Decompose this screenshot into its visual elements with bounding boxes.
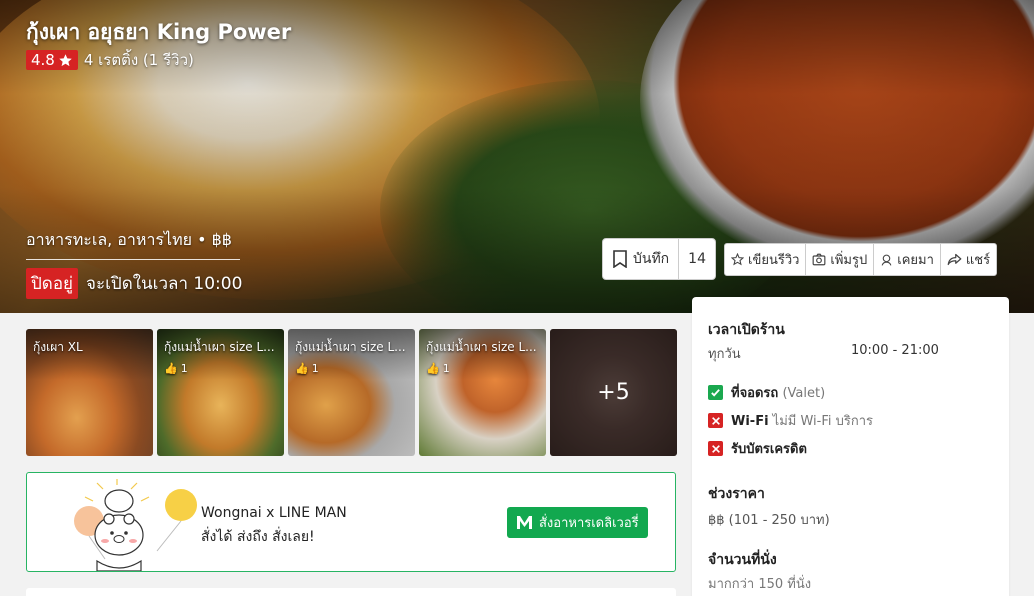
share-icon: [947, 253, 962, 266]
more-photos-button[interactable]: +5: [550, 329, 677, 456]
photo-gallery: กุ้งเผา XL กุ้งแม่น้ำเผา size L... 👍 1 ก…: [26, 329, 677, 456]
promo-subtitle: สั่งได้ ส่งถึง สั่งเลย!: [201, 529, 315, 545]
photo-caption: กุ้งแม่น้ำเผา size L...: [426, 340, 537, 354]
write-review-button[interactable]: เขียนรีวิว: [725, 244, 807, 275]
bookmark-button[interactable]: บันทึก: [603, 239, 680, 279]
amenity-credit-card: รับบัตรเครดิต: [708, 438, 807, 459]
lineman-logo-icon: [517, 516, 532, 529]
like-count: 1: [311, 362, 319, 375]
action-bar: เขียนรีวิว เพิ่มรูป เคยมา แชร์: [724, 243, 998, 276]
thumbs-up-icon: 👍: [426, 362, 440, 375]
share-button[interactable]: แชร์: [941, 244, 996, 275]
amenity-wifi: Wi-Fi ไม่มี Wi-Fi บริการ: [708, 410, 873, 431]
hero-cover-photo[interactable]: กุ้งเผา อยุธยา King Power 4.8 4 เรตติ้ง …: [0, 0, 1034, 313]
bookmark-widget: บันทึก 14: [602, 238, 716, 280]
amenity-label: Wi-Fi: [731, 414, 769, 429]
hours-title: เวลาเปิดร้าน: [708, 322, 785, 338]
amenity-label: ที่จอดรถ: [731, 386, 779, 401]
open-status: ปิดอยู่ จะเปิดในเวลา 10:00: [26, 268, 242, 299]
seats-title: จำนวนที่นั่ง: [708, 552, 777, 568]
amenity-note: (Valet): [782, 386, 826, 401]
opening-time-text: จะเปิดในเวลา 10:00: [86, 274, 243, 294]
amenity-label: รับบัตรเครดิต: [731, 442, 807, 457]
mascot-illustration: [74, 479, 197, 571]
photo-caption: กุ้งแม่น้ำเผา size L...: [295, 340, 406, 354]
order-delivery-label: สั่งอาหารเดลิเวอรี่: [539, 516, 639, 531]
add-photo-label: เพิ่มรูป: [830, 253, 868, 268]
checkin-label: เคยมา: [897, 253, 934, 268]
photo-caption: กุ้งเผา XL: [33, 340, 83, 354]
checkin-icon: [881, 254, 892, 266]
write-review-label: เขียนรีวิว: [748, 253, 800, 268]
camera-icon: [813, 253, 826, 266]
rating-row: 4.8 4 เรตติ้ง (1 รีวิว): [26, 48, 194, 72]
bookmark-count: 14: [688, 251, 706, 267]
rating-value: 4.8: [31, 51, 55, 69]
star-outline-icon: [731, 253, 744, 266]
info-sidebar: เวลาเปิดร้าน ทุกวัน 10:00 - 21:00 ที่จอด…: [692, 297, 1009, 596]
promo-title: Wongnai x LINE MAN: [201, 505, 347, 521]
bookmark-icon: [613, 250, 627, 268]
add-photo-button[interactable]: เพิ่มรูป: [806, 244, 875, 275]
category-list[interactable]: อาหารทะเล, อาหารไทย • ฿฿: [26, 228, 240, 260]
check-icon: [708, 385, 723, 400]
photo-thumbnail[interactable]: กุ้งแม่น้ำเผา size L... 👍 1: [157, 329, 284, 456]
content-card: [26, 588, 676, 596]
thumbs-up-icon: 👍: [164, 362, 178, 375]
like-count: 1: [442, 362, 450, 375]
photo-likes: 👍 1: [426, 362, 450, 375]
star-icon: [59, 53, 72, 66]
share-label: แชร์: [965, 253, 991, 268]
rating-badge: 4.8: [26, 50, 78, 70]
photo-thumbnail[interactable]: กุ้งแม่น้ำเผา size L... 👍 1: [419, 329, 546, 456]
photo-thumbnail[interactable]: กุ้งเผา XL: [26, 329, 153, 456]
photo-likes: 👍 1: [164, 362, 188, 375]
like-count: 1: [180, 362, 188, 375]
photo-caption: กุ้งแม่น้ำเผา size L...: [164, 340, 275, 354]
more-photos-count: +5: [550, 329, 677, 456]
price-title: ช่วงราคา: [708, 486, 765, 502]
restaurant-name: กุ้งเผา อยุธยา King Power: [26, 20, 292, 44]
photo-likes: 👍 1: [295, 362, 319, 375]
amenity-note: ไม่มี Wi-Fi บริการ: [772, 414, 874, 429]
price-value: ฿฿ (101 - 250 บาท): [708, 513, 830, 528]
checkin-button[interactable]: เคยมา: [874, 244, 941, 275]
rating-count-link[interactable]: 4 เรตติ้ง (1 รีวิว): [84, 48, 194, 72]
closed-badge: ปิดอยู่: [26, 268, 79, 299]
amenity-parking: ที่จอดรถ (Valet): [708, 382, 825, 403]
bookmark-label: บันทึก: [633, 251, 670, 267]
seats-value: มากกว่า 150 ที่นั่ง: [708, 577, 812, 592]
hours-day: ทุกวัน: [708, 347, 741, 362]
cross-icon: [708, 413, 723, 428]
lineman-promo-banner: Wongnai x LINE MAN สั่งได้ ส่งถึง สั่งเล…: [26, 472, 676, 572]
thumbs-up-icon: 👍: [295, 362, 309, 375]
photo-thumbnail[interactable]: กุ้งแม่น้ำเผา size L... 👍 1: [288, 329, 415, 456]
cross-icon: [708, 441, 723, 456]
order-delivery-button[interactable]: สั่งอาหารเดลิเวอรี่: [507, 507, 648, 538]
hours-time: 10:00 - 21:00: [851, 343, 939, 358]
